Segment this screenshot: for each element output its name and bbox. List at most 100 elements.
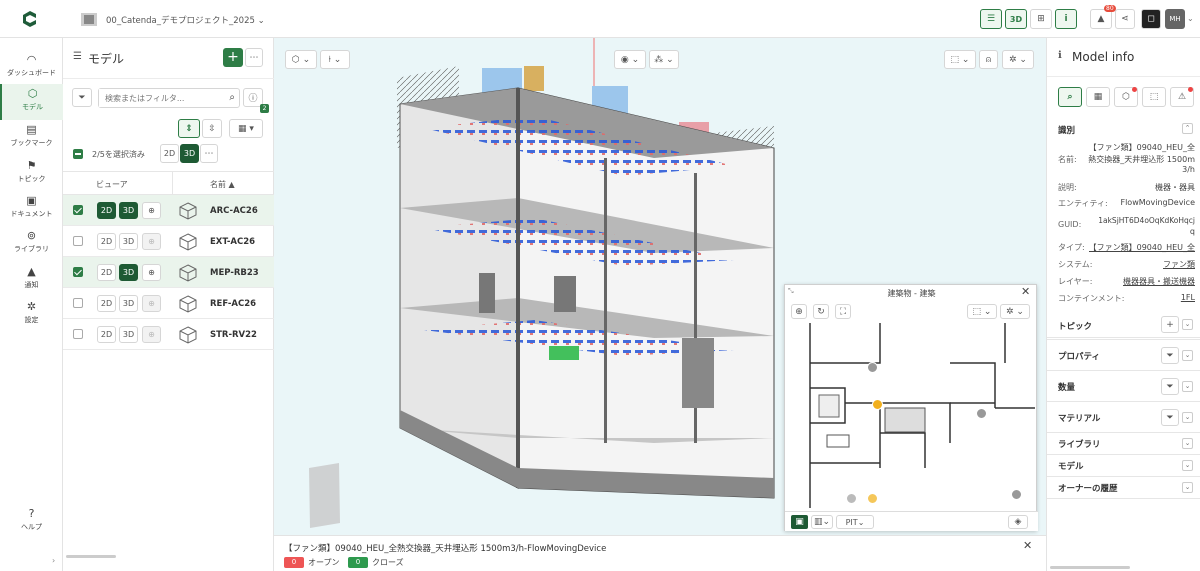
scrollbar[interactable] xyxy=(66,555,116,558)
scrollbar[interactable] xyxy=(1050,566,1130,569)
nav-topic[interactable]: ⚑ トピック xyxy=(0,156,63,192)
2d-toggle[interactable]: 2D xyxy=(97,202,116,219)
quantity-filter-button[interactable]: ⏷ xyxy=(1161,378,1179,395)
close-minimap-icon[interactable]: ✕ xyxy=(1021,285,1030,298)
tree-view-button[interactable]: ⊞ xyxy=(1030,9,1052,29)
floorplan-minimap[interactable]: ⤡ 建築物 - 建築 ✕ ⊕ ↻ ⛶ ⬚ ⌄ ✲ ⌄ ▣ ▥⌄ PIT ⌄ ◈ xyxy=(784,284,1038,531)
catenda-logo-icon[interactable] xyxy=(22,10,39,28)
2d-toggle[interactable]: 2D xyxy=(97,295,116,312)
nav-dashboard[interactable]: ◠ ダッシュボード xyxy=(0,50,63,86)
containment-link[interactable]: 1FL xyxy=(1181,293,1195,302)
avatar-chevron-icon[interactable]: ⌄ xyxy=(1187,14,1194,23)
bulk-3d-button[interactable]: 3D xyxy=(180,144,199,163)
material-section[interactable]: マテリアル ⏷ ⌄ xyxy=(1047,402,1200,433)
topic-section[interactable]: トピック + ⌄ xyxy=(1047,310,1200,340)
close-status-icon[interactable]: ✕ xyxy=(1023,539,1032,552)
bulk-2d-button[interactable]: 2D xyxy=(160,144,179,163)
expand-chevron-icon[interactable]: ⌄ xyxy=(1182,412,1193,423)
owner-history-section[interactable]: オーナーの履歴 ⌄ xyxy=(1047,477,1200,499)
building-dropdown[interactable]: ▥⌄ xyxy=(811,515,833,529)
3d-toggle[interactable]: 3D xyxy=(119,295,138,312)
expand-chevron-icon[interactable]: ⌄ xyxy=(1182,381,1193,392)
rotate-button[interactable]: ↻ xyxy=(813,304,829,319)
camera-marker[interactable] xyxy=(867,362,878,373)
app-button[interactable]: ◻ xyxy=(1141,9,1161,29)
avatar[interactable]: MH xyxy=(1165,9,1185,29)
row-checkbox[interactable] xyxy=(73,329,83,339)
locate-button[interactable]: ⊕ xyxy=(142,202,161,219)
expand-chevron-icon[interactable]: ⌄ xyxy=(1182,438,1193,449)
table-row[interactable]: 2D 3D ⊕ REF-AC26 xyxy=(63,288,274,319)
locate-button[interactable]: ⊕ xyxy=(142,295,161,312)
table-row[interactable]: 2D 3D ⊕ EXT-AC26 xyxy=(63,226,274,257)
camera-marker[interactable] xyxy=(846,493,857,504)
system-link[interactable]: ファン類 xyxy=(1163,259,1195,270)
view-mode-dropdown[interactable]: ⬡ ⌄ xyxy=(285,50,317,69)
more-options-button[interactable]: ⋯ xyxy=(245,48,263,67)
expand-nav-icon[interactable]: › xyxy=(52,556,55,565)
bulk-more-button[interactable]: ⋯ xyxy=(200,144,218,163)
nav-bookmark[interactable]: ▤ ブックマーク xyxy=(0,120,63,156)
section-dropdown[interactable]: ⁂ ⌄ xyxy=(649,50,679,69)
model-section[interactable]: モデル ⌄ xyxy=(1047,455,1200,477)
row-checkbox[interactable] xyxy=(73,236,83,246)
row-checkbox[interactable] xyxy=(73,298,83,308)
quantity-section[interactable]: 数量 ⏷ ⌄ xyxy=(1047,371,1200,402)
3d-toggle[interactable]: 3D xyxy=(119,202,138,219)
expand-all-button[interactable]: ⇕ xyxy=(178,119,200,138)
table-row[interactable]: 2D 3D ⊕ MEP-RB23 xyxy=(63,257,274,288)
info-button[interactable]: i xyxy=(1055,9,1077,29)
project-selector[interactable]: 00_Catenda_デモプロジェクト_2025 ⌄ xyxy=(106,14,265,26)
fit-button[interactable]: ⛶ xyxy=(835,304,851,319)
search-input[interactable] xyxy=(99,89,217,107)
collapse-chevron-icon[interactable]: ⌃ xyxy=(1182,123,1193,134)
add-model-button[interactable]: + xyxy=(223,48,243,67)
filter-toggle-button[interactable]: ⏷ xyxy=(72,88,92,107)
minimap-select-dropdown[interactable]: ⬚ ⌄ xyxy=(967,304,997,319)
lock-button[interactable]: ▣ xyxy=(791,515,808,529)
camera-marker[interactable] xyxy=(1011,489,1022,500)
settings-dropdown[interactable]: ✲ ⌄ xyxy=(1002,50,1034,69)
minimap-settings-dropdown[interactable]: ✲ ⌄ xyxy=(1000,304,1030,319)
3d-toggle[interactable]: 3D xyxy=(119,326,138,343)
add-topic-button[interactable]: + xyxy=(1161,316,1179,333)
type-link[interactable]: 【ファン類】09040_HEU_全 xyxy=(1089,242,1195,253)
user-view-button[interactable]: ⍝ xyxy=(979,50,998,69)
nav-notification[interactable]: ▲ 通知 xyxy=(0,262,63,298)
property-section[interactable]: プロパティ ⏷ ⌄ xyxy=(1047,340,1200,371)
locate-button[interactable]: ⊕ xyxy=(142,326,161,343)
column-header-name[interactable]: 名前 ▲ xyxy=(210,179,235,190)
3d-toggle[interactable]: 3D xyxy=(119,233,138,250)
navigation-mode-dropdown[interactable]: ⍿ ⌄ xyxy=(320,50,350,69)
library-section[interactable]: ライブラリ ⌄ xyxy=(1047,433,1200,455)
3d-view-button[interactable]: 3D xyxy=(1005,9,1027,29)
select-all-checkbox[interactable] xyxy=(73,149,83,159)
list-view-button[interactable]: ☰ xyxy=(980,9,1002,29)
visibility-dropdown[interactable]: ◉ ⌄ xyxy=(614,50,646,69)
expand-chevron-icon[interactable]: ⌄ xyxy=(1182,319,1193,330)
nav-document[interactable]: ▣ ドキュメント xyxy=(0,191,63,227)
menu-icon[interactable]: ☰ xyxy=(73,51,82,62)
column-header-viewer[interactable]: ビューア xyxy=(96,179,128,190)
expand-chevron-icon[interactable]: ⌄ xyxy=(1182,350,1193,361)
nav-model[interactable]: ⬡ モデル xyxy=(0,84,63,120)
table-row[interactable]: 2D 3D ⊕ STR-RV22 xyxy=(63,319,274,350)
3d-toggle[interactable]: 3D xyxy=(119,264,138,281)
layers-button[interactable]: ◈ xyxy=(1008,515,1028,529)
tab-select[interactable]: ⬚ xyxy=(1142,87,1166,107)
share-button[interactable]: ⋖ xyxy=(1115,9,1135,29)
2d-toggle[interactable]: 2D xyxy=(97,233,116,250)
table-row[interactable]: 2D 3D ⊕ ARC-AC26 xyxy=(63,195,274,226)
property-filter-button[interactable]: ⏷ xyxy=(1161,347,1179,364)
search-icon[interactable]: ⌕ xyxy=(229,92,235,103)
layer-link[interactable]: 機器器具・搬送機器 xyxy=(1123,276,1195,287)
nav-help[interactable]: ? ヘルプ xyxy=(0,504,63,540)
expand-chevron-icon[interactable]: ⌄ xyxy=(1182,482,1193,493)
selection-tool-dropdown[interactable]: ⬚ ⌄ xyxy=(944,50,976,69)
tab-table[interactable]: ▦ xyxy=(1086,87,1110,107)
expand-chevron-icon[interactable]: ⌄ xyxy=(1182,460,1193,471)
2d-toggle[interactable]: 2D xyxy=(97,326,116,343)
material-filter-button[interactable]: ⏷ xyxy=(1161,409,1179,426)
camera-marker-active[interactable] xyxy=(872,399,883,410)
nav-library[interactable]: ⊚ ライブラリ xyxy=(0,226,63,262)
